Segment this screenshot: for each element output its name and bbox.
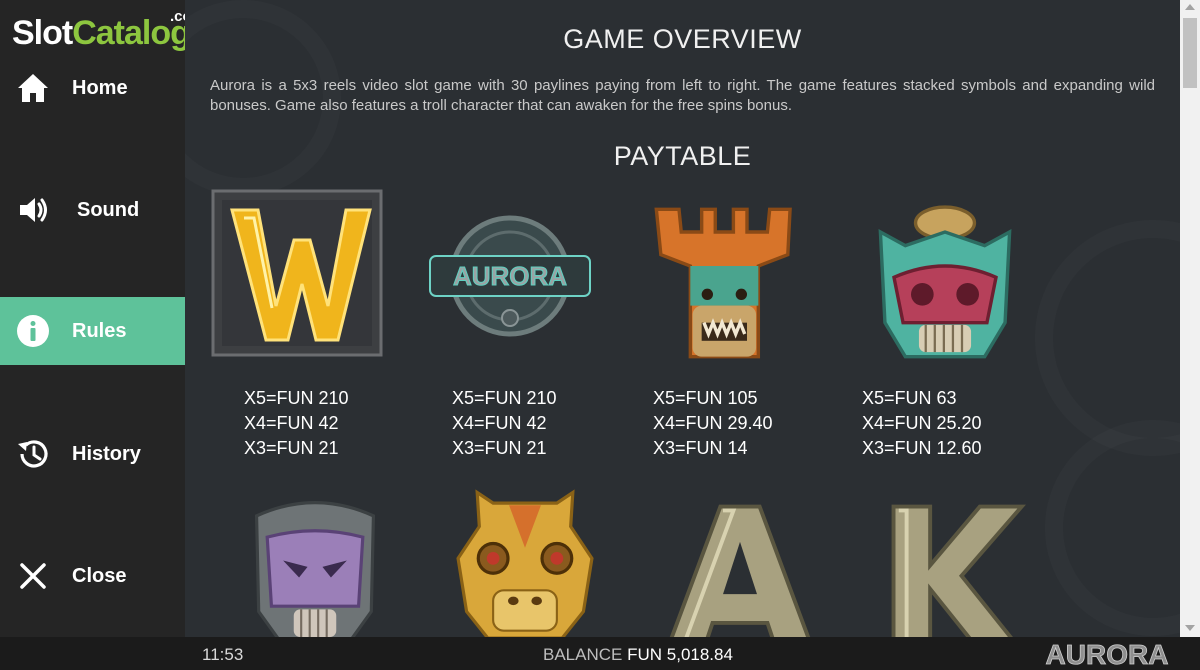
aurora-brand-logo: AURORA (1045, 639, 1169, 670)
purple-mask-symbol (254, 501, 376, 637)
slotcatalog-logo: SlotCatalog .com (12, 8, 212, 60)
overview-text: Aurora is a 5x3 reels video slot game wi… (210, 77, 1155, 114)
svg-text:AURORA: AURORA (453, 261, 567, 291)
balance-value: FUN 5,018.84 (627, 645, 733, 664)
scroll-down-arrow-icon[interactable] (1185, 625, 1195, 631)
payout-line: X4=FUN 29.40 (653, 413, 773, 433)
payout-line: X4=FUN 42 (452, 413, 547, 433)
teal-mask-symbol (878, 205, 1012, 359)
home-icon (18, 74, 48, 102)
aurora-logo-symbol: AURORA (429, 215, 591, 337)
clock: 11:53 (202, 645, 244, 664)
payout-line: X5=FUN 105 (653, 388, 758, 408)
history-icon (18, 440, 48, 468)
aurora-payouts: X5=FUN 210 X4=FUN 42 X3=FUN 21 (452, 386, 557, 461)
info-icon (17, 315, 49, 347)
nav-history-label: History (72, 442, 141, 465)
scroll-up-arrow-icon[interactable] (1185, 4, 1195, 10)
speaker-icon (20, 198, 47, 222)
wild-payouts: X5=FUN 210 X4=FUN 42 X3=FUN 21 (244, 386, 349, 461)
balance: BALANCE FUN 5,018.84 (543, 645, 733, 665)
nav-close[interactable]: Close (0, 542, 185, 610)
background-decoration (1045, 420, 1180, 636)
nav-home-label: Home (72, 76, 128, 99)
nav-sound[interactable]: Sound (0, 176, 185, 244)
payout-line: X5=FUN 210 (452, 388, 557, 408)
scrollbar[interactable] (1180, 0, 1200, 637)
balance-label: BALANCE (543, 645, 623, 664)
rules-content[interactable]: GAME OVERVIEW Aurora is a 5x3 reels vide… (185, 0, 1180, 637)
orange-mask-payouts: X5=FUN 105 X4=FUN 29.40 X3=FUN 14 (653, 386, 773, 461)
status-bar: 11:53 BALANCE FUN 5,018.84 AURORA (0, 637, 1200, 670)
nav-home[interactable]: Home (0, 54, 185, 122)
letter-a-symbol (669, 504, 811, 637)
payout-line: X5=FUN 210 (244, 388, 349, 408)
nav-rules[interactable]: Rules (0, 297, 185, 365)
payout-line: X3=FUN 21 (452, 438, 547, 458)
close-icon (20, 563, 46, 589)
nav-close-label: Close (72, 564, 127, 587)
payout-line: X4=FUN 42 (244, 413, 339, 433)
gold-mask-symbol (456, 489, 594, 637)
payout-line: X3=FUN 21 (244, 438, 339, 458)
logo-slot: Slot (12, 14, 73, 52)
payout-line: X3=FUN 12.60 (862, 438, 982, 458)
payout-line: X3=FUN 14 (653, 438, 748, 458)
paytable-title: PAYTABLE (613, 141, 752, 171)
scrollbar-thumb[interactable] (1183, 18, 1197, 88)
payout-line: X5=FUN 63 (862, 388, 957, 408)
sidebar: SlotCatalog .com Home Sound Rules His (0, 0, 205, 637)
overview-title: GAME OVERVIEW (563, 24, 802, 54)
nav-rules-label: Rules (72, 319, 127, 342)
teal-mask-payouts: X5=FUN 63 X4=FUN 25.20 X3=FUN 12.60 (862, 386, 982, 461)
payout-line: X4=FUN 25.20 (862, 413, 982, 433)
orange-mask-symbol (654, 207, 792, 359)
wild-symbol (211, 189, 383, 357)
nav-sound-label: Sound (77, 198, 140, 221)
brand-text: AURORA (1046, 639, 1169, 670)
letter-k-symbol (891, 504, 1026, 637)
nav-history[interactable]: History (0, 420, 185, 488)
